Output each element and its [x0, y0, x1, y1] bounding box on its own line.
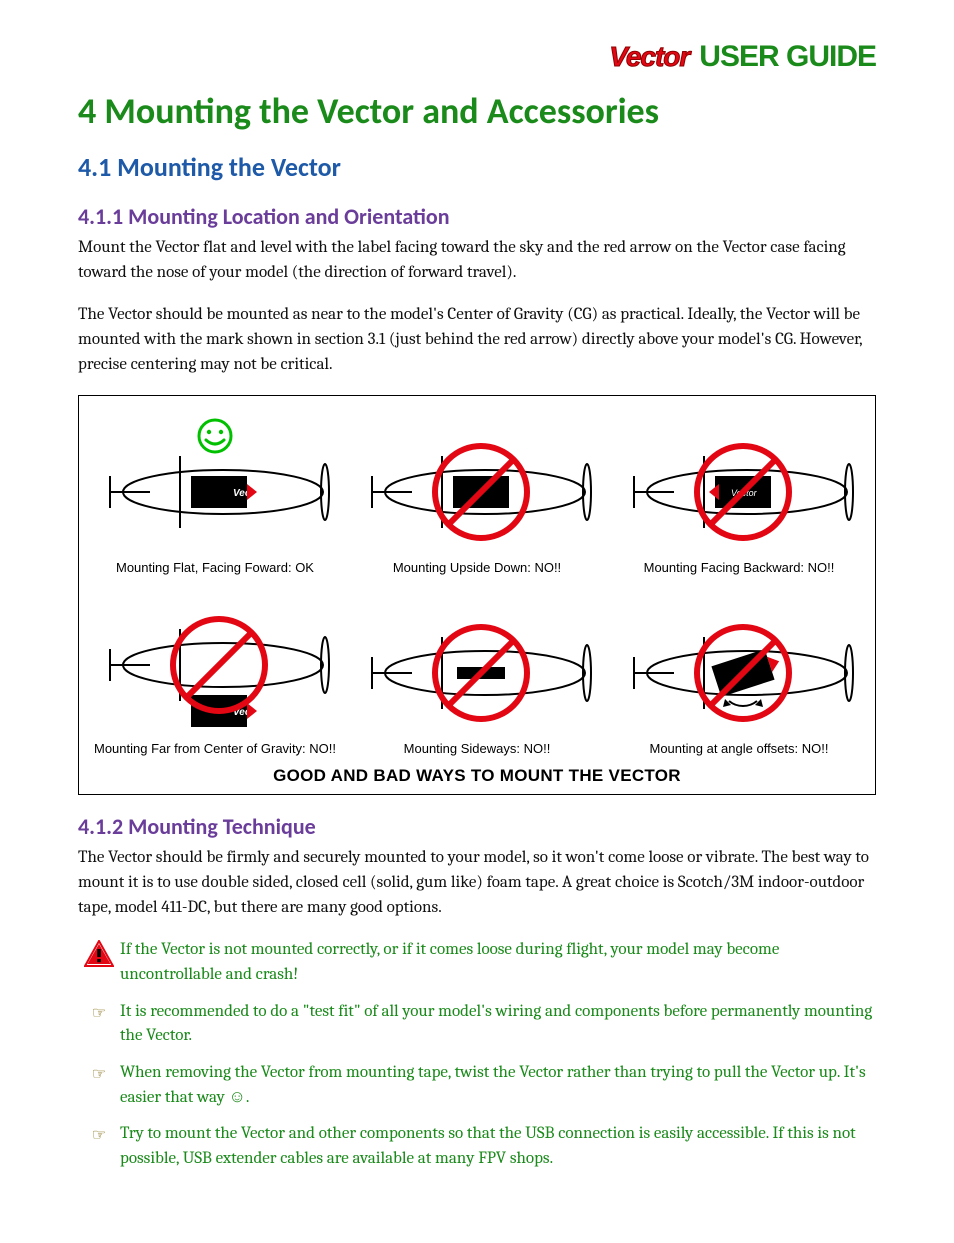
figure-caption: Mounting Facing Backward: NO!!: [644, 560, 835, 575]
plane-angle-icon: [619, 595, 859, 735]
tip-note-testfit: ☞ It is recommended to do a "test fit" o…: [78, 1000, 876, 1049]
heading-4-1: 4.1 Mounting the Vector: [78, 151, 876, 183]
hand-point-icon: ☞: [92, 1124, 106, 1147]
figure-caption: Mounting Flat, Facing Foward: OK: [116, 560, 314, 575]
hand-point-icon: ☞: [92, 1063, 106, 1086]
paragraph-mount-orientation: Mount the Vector flat and level with the…: [78, 236, 876, 285]
plane-backward-icon: Vector: [619, 414, 859, 554]
plane-ok-icon: Vector: [95, 414, 335, 554]
plane-upside-icon: [357, 414, 597, 554]
figure-caption: Mounting Far from Center of Gravity: NO!…: [94, 741, 336, 756]
tip-text: Try to mount the Vector and other compon…: [120, 1122, 876, 1171]
tip-text: When removing the Vector from mounting t…: [120, 1061, 876, 1110]
figure-cell-backward: Vector Mounting Facing Backward: NO!!: [613, 414, 865, 575]
figure-cell-angle: Mounting at angle offsets: NO!!: [613, 595, 865, 756]
tip-text: It is recommended to do a "test fit" of …: [120, 1000, 876, 1049]
plane-sideways-icon: [357, 595, 597, 735]
paragraph-mounting-technique: The Vector should be firmly and securely…: [78, 846, 876, 920]
warning-note: If the Vector is not mounted correctly, …: [78, 938, 876, 987]
figure-cell-sideways: Mounting Sideways: NO!!: [351, 595, 603, 756]
mounting-figure: Vector Mounting Flat, Facing Foward: OK: [78, 395, 876, 795]
figure-cell-far-cg: Vector Mounting Far from Center of Gravi…: [89, 595, 341, 756]
heading-section-4: 4 Mounting the Vector and Accessories: [78, 90, 876, 133]
figure-caption: Mounting Upside Down: NO!!: [393, 560, 561, 575]
figure-caption: Mounting Sideways: NO!!: [404, 741, 551, 756]
figure-cell-upside: Mounting Upside Down: NO!!: [351, 414, 603, 575]
heading-4-1-1: 4.1.1 Mounting Location and Orientation: [78, 203, 876, 230]
figure-title: GOOD AND BAD WAYS TO MOUNT THE VECTOR: [89, 766, 865, 786]
hand-point-icon: ☞: [92, 1002, 106, 1025]
vector-logo: Vector: [609, 41, 689, 73]
heading-4-1-2: 4.1.2 Mounting Technique: [78, 813, 876, 840]
paragraph-cg-location: The Vector should be mounted as near to …: [78, 303, 876, 377]
user-guide-label: USER GUIDE: [699, 40, 876, 74]
warning-icon: [84, 940, 114, 977]
tip-note-usb: ☞ Try to mount the Vector and other comp…: [78, 1122, 876, 1171]
warning-text: If the Vector is not mounted correctly, …: [120, 938, 876, 987]
figure-cell-ok: Vector Mounting Flat, Facing Foward: OK: [89, 414, 341, 575]
tip-note-twist: ☞ When removing the Vector from mounting…: [78, 1061, 876, 1110]
figure-caption: Mounting at angle offsets: NO!!: [650, 741, 829, 756]
header-brand: Vector USER GUIDE: [609, 40, 876, 74]
plane-far-cg-icon: Vector: [95, 595, 335, 735]
